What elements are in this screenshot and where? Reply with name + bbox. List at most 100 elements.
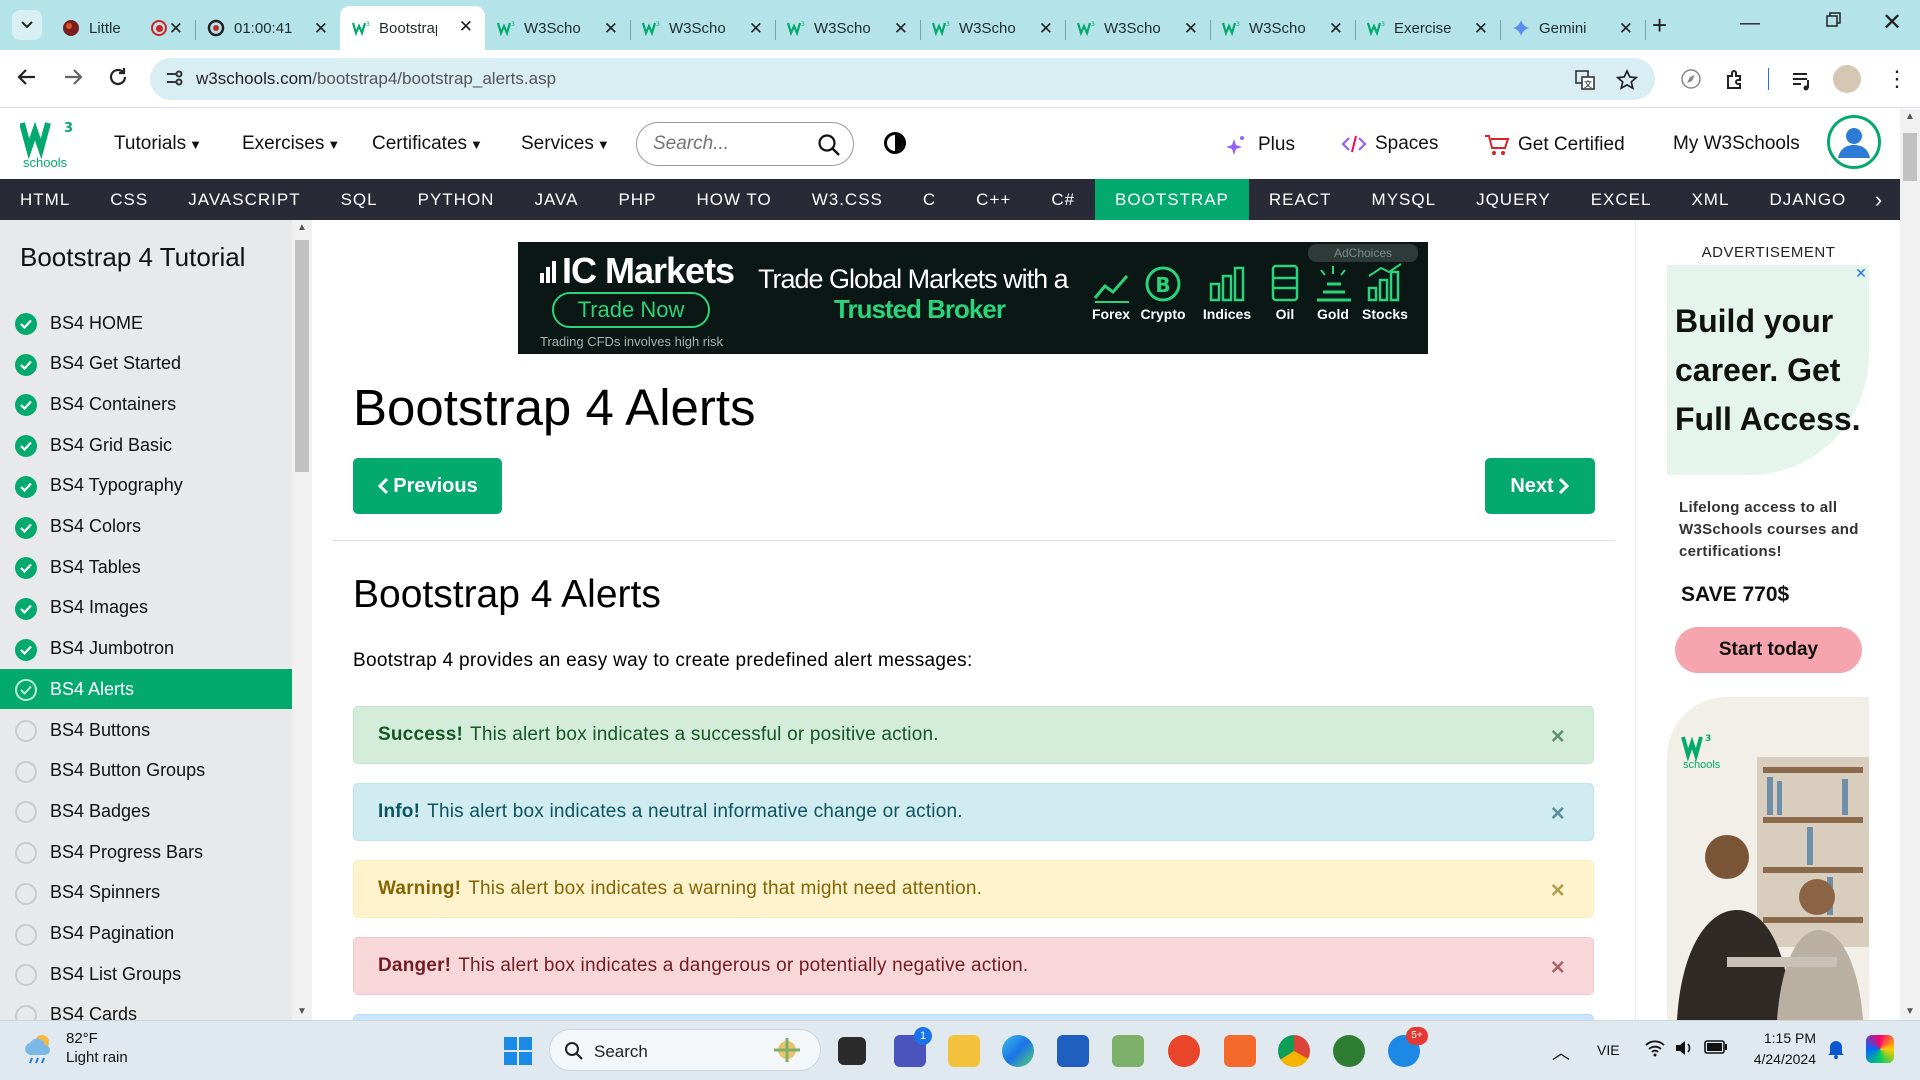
- sidebar-item[interactable]: BS4 Colors: [0, 507, 292, 547]
- browser-tab[interactable]: Little ✕: [50, 8, 196, 48]
- close-tab-icon[interactable]: ✕: [604, 19, 618, 39]
- sidebar-item[interactable]: BS4 Spinners: [0, 873, 292, 913]
- minimize-button[interactable]: —: [1740, 12, 1760, 35]
- close-tab-icon[interactable]: ✕: [314, 19, 328, 39]
- sidebar-item[interactable]: BS4 Progress Bars: [0, 832, 292, 872]
- xampp-icon[interactable]: [1224, 1035, 1256, 1067]
- scroll-down-arrow-icon[interactable]: ▼: [297, 1006, 307, 1017]
- site-search-input[interactable]: [653, 133, 813, 155]
- topnav-link-css[interactable]: CSS: [90, 179, 168, 220]
- browser-tab[interactable]: 3 W3Scho ✕: [630, 8, 776, 48]
- topnav-link-react[interactable]: REACT: [1249, 179, 1352, 220]
- topnav-link-excel[interactable]: EXCEL: [1571, 179, 1672, 220]
- sidebar-item[interactable]: BS4 Button Groups: [0, 751, 292, 791]
- copilot-icon[interactable]: [1866, 1035, 1894, 1063]
- menu-tutorials[interactable]: Tutorials ▼: [114, 133, 202, 155]
- sidebar-item[interactable]: BS4 Grid Basic: [0, 425, 292, 465]
- topnav-scroll-right-button[interactable]: ›: [1857, 179, 1900, 220]
- topnav-link-python[interactable]: PYTHON: [398, 179, 515, 220]
- browser-tab[interactable]: 3 W3Scho ✕: [485, 8, 631, 48]
- topnav-link-sql[interactable]: SQL: [321, 179, 398, 220]
- close-tab-icon[interactable]: ✕: [1184, 19, 1198, 39]
- battery-icon[interactable]: [1704, 1040, 1728, 1054]
- translate-icon[interactable]: 文: [1574, 69, 1596, 91]
- topnav-link-w3-css[interactable]: W3.CSS: [792, 179, 903, 220]
- topnav-link-xml[interactable]: XML: [1671, 179, 1749, 220]
- menu-services[interactable]: Services ▼: [521, 133, 610, 155]
- dark-mode-toggle-icon[interactable]: [884, 132, 906, 154]
- topnav-link-java[interactable]: JAVA: [514, 179, 598, 220]
- browser-tab[interactable]: 3 W3Scho ✕: [1210, 8, 1356, 48]
- sidebar-item[interactable]: BS4 HOME: [0, 303, 292, 343]
- next-button[interactable]: Next: [1485, 458, 1595, 514]
- close-tab-icon[interactable]: ✕: [749, 19, 763, 39]
- get-certified-link[interactable]: Get Certified: [1484, 133, 1625, 157]
- sidebar-item[interactable]: BS4 Jumbotron: [0, 629, 292, 669]
- topnav-link-c[interactable]: C: [903, 179, 956, 220]
- close-tab-icon[interactable]: ✕: [1329, 19, 1343, 39]
- topnav-link-javascript[interactable]: JAVASCRIPT: [168, 179, 320, 220]
- tab-search-button[interactable]: [12, 10, 42, 40]
- search-icon[interactable]: [817, 133, 841, 157]
- profile-avatar[interactable]: [1833, 65, 1861, 93]
- topnav-link-mysql[interactable]: MYSQL: [1352, 179, 1457, 220]
- site-info-icon[interactable]: [164, 68, 184, 88]
- volume-icon[interactable]: [1674, 1039, 1694, 1057]
- browser-tab[interactable]: 3 W3Scho ✕: [920, 8, 1066, 48]
- media-control-icon[interactable]: [1790, 68, 1814, 92]
- hs-app-icon[interactable]: [1333, 1035, 1365, 1067]
- browser-tab[interactable]: Gemini ✕: [1500, 8, 1646, 48]
- topnav-link-jquery[interactable]: JQUERY: [1456, 179, 1571, 220]
- sidebar-scrollbar[interactable]: ▲ ▼: [292, 220, 312, 1020]
- sidebar-item[interactable]: BS4 Images: [0, 588, 292, 628]
- browser-menu-icon[interactable]: ⋮: [1886, 66, 1908, 92]
- previous-button[interactable]: Previous: [353, 458, 502, 514]
- close-tab-icon[interactable]: ✕: [459, 17, 473, 37]
- right-banner-ad[interactable]: ✕ Build your career. Get Full Access. Li…: [1667, 265, 1869, 1020]
- extension-compass-icon[interactable]: [1680, 68, 1702, 90]
- scroll-down-arrow-icon[interactable]: ▼: [1905, 1006, 1915, 1017]
- close-icon[interactable]: ×: [1551, 877, 1565, 905]
- user-avatar-icon[interactable]: [1827, 115, 1881, 169]
- close-icon[interactable]: ×: [1551, 723, 1565, 751]
- address-bar[interactable]: w3schools.com/bootstrap4/bootstrap_alert…: [150, 58, 1655, 100]
- spaces-link[interactable]: Spaces: [1341, 133, 1438, 155]
- menu-certificates[interactable]: Certificates ▼: [372, 133, 483, 155]
- menu-exercises[interactable]: Exercises ▼: [242, 133, 340, 155]
- topnav-link-php[interactable]: PHP: [598, 179, 676, 220]
- ad-close-icon[interactable]: ✕: [1853, 265, 1869, 281]
- clock-date[interactable]: 4/24/2024: [1744, 1051, 1816, 1067]
- topnav-link-how-to[interactable]: HOW TO: [676, 179, 791, 220]
- chrome-icon[interactable]: [1278, 1035, 1310, 1067]
- tray-overflow-icon[interactable]: ︿: [1552, 1039, 1570, 1065]
- my-w3schools-link[interactable]: My W3Schools: [1673, 133, 1800, 155]
- wifi-icon[interactable]: [1645, 1039, 1665, 1057]
- close-window-button[interactable]: ✕: [1882, 8, 1902, 37]
- sidebar-item[interactable]: BS4 Badges: [0, 791, 292, 831]
- close-tab-icon[interactable]: ✕: [169, 19, 183, 39]
- wps-office-icon[interactable]: [1168, 1035, 1200, 1067]
- microsoft-store-icon[interactable]: [1057, 1035, 1089, 1067]
- w3schools-logo[interactable]: 3 schools: [20, 117, 75, 172]
- language-indicator[interactable]: VIE: [1597, 1042, 1620, 1058]
- sidebar-item[interactable]: BS4 Typography: [0, 466, 292, 506]
- close-tab-icon[interactable]: ✕: [1474, 19, 1488, 39]
- sidebar-item[interactable]: BS4 Pagination: [0, 914, 292, 954]
- topnav-link-django[interactable]: DJANGO: [1749, 179, 1866, 220]
- topnav-link-html[interactable]: HTML: [0, 179, 90, 220]
- browser-tab[interactable]: 01:00:41 ✕: [195, 8, 341, 48]
- restore-button[interactable]: [1826, 12, 1842, 28]
- sidebar-item[interactable]: BS4 Buttons: [0, 710, 292, 750]
- file-explorer-icon[interactable]: [948, 1035, 980, 1067]
- browser-tab[interactable]: 3 W3Scho ✕: [1065, 8, 1211, 48]
- sidebar-scrollbar-thumb[interactable]: [295, 240, 309, 472]
- browser-tab[interactable]: 3 Bootstrap ✕: [340, 6, 485, 50]
- ad-start-today-button[interactable]: Start today: [1675, 627, 1862, 673]
- clock-time[interactable]: 1:15 PM: [1760, 1030, 1816, 1046]
- edge-icon[interactable]: [1002, 1035, 1034, 1067]
- site-search-box[interactable]: [636, 122, 854, 166]
- plus-link[interactable]: Plus: [1224, 133, 1295, 157]
- page-scrollbar-thumb[interactable]: [1903, 133, 1917, 181]
- close-tab-icon[interactable]: ✕: [1619, 19, 1633, 39]
- sidebar-item[interactable]: BS4 Containers: [0, 384, 292, 424]
